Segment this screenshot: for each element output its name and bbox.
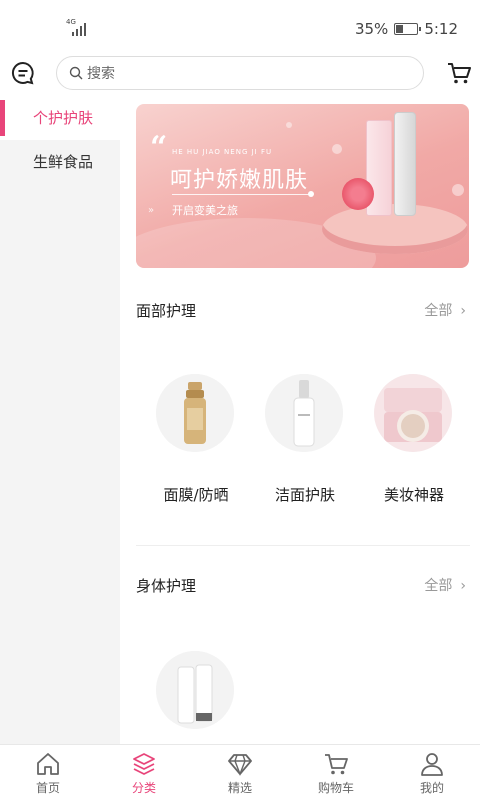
section-header-body-care: 身体护理 全部 › <box>136 573 466 597</box>
search-input[interactable]: 搜索 <box>56 56 424 90</box>
category-label: 洁面护肤 <box>274 486 335 504</box>
section-title: 身体护理 <box>136 577 197 595</box>
sidebar-item-personal-care[interactable]: 个护护肤 <box>0 96 120 140</box>
view-all-label: 全部 <box>424 303 453 319</box>
tab-category[interactable]: 分类 <box>96 745 192 800</box>
view-all-link[interactable]: 全部 › <box>424 575 466 595</box>
cushion-compact-image <box>374 374 452 452</box>
sidebar-item-label: 生鲜食品 <box>33 153 94 171</box>
banner-divider <box>172 194 310 195</box>
category-item-makeup-tools[interactable]: 美妆神器 <box>369 374 459 524</box>
tab-home[interactable]: 首页 <box>0 745 96 800</box>
tab-label: 分类 <box>131 781 156 795</box>
banner-bubble <box>286 122 292 128</box>
banner-pinyin: HE HU JIAO NENG JI FU <box>172 148 273 156</box>
chevron-right-icon: › <box>460 578 466 594</box>
signal-indicator: 4G <box>64 18 94 38</box>
header: 搜索 <box>0 56 480 94</box>
tab-label: 精选 <box>227 781 252 795</box>
cart-icon[interactable] <box>446 60 472 86</box>
bottom-tab-bar: 首页 分类 精选 购物车 我的 <box>0 744 480 800</box>
cart-icon <box>325 754 348 775</box>
clock: 5:12 <box>424 20 458 38</box>
tab-profile[interactable]: 我的 <box>384 745 480 800</box>
category-item-cleanser-skincare[interactable]: 洁面护肤 <box>260 374 350 524</box>
signal-bars-icon <box>72 22 86 36</box>
quote-mark-icon: “ <box>150 130 168 165</box>
view-all-link[interactable]: 全部 › <box>424 300 466 320</box>
user-icon <box>421 753 443 776</box>
status-right: 35% 5:12 <box>355 20 458 38</box>
sidebar-item-label: 个护护肤 <box>33 109 94 127</box>
chevron-right-icon: › <box>460 303 466 319</box>
tab-label: 购物车 <box>317 781 354 795</box>
category-label: 面膜/防晒 <box>163 486 229 504</box>
app-screen: 4G 35% 5:12 搜索 个护护肤 生鲜食品 “ HE HU JIAO NE… <box>0 0 480 800</box>
spray-bottle-image <box>394 112 416 216</box>
rose-image <box>342 178 374 210</box>
banner-arrows-icon: » <box>148 205 155 216</box>
category-item-mask-sunscreen[interactable]: 面膜/防晒 <box>151 374 241 524</box>
banner-bubble <box>452 184 464 196</box>
message-icon[interactable] <box>10 60 36 86</box>
battery-icon <box>394 23 422 35</box>
status-bar: 4G 35% 5:12 <box>0 0 480 56</box>
tab-label: 首页 <box>35 781 60 795</box>
banner-subtitle: 开启变美之旅 <box>172 204 238 217</box>
view-all-label: 全部 <box>424 578 453 594</box>
gold-spray-bottle-image <box>156 374 234 452</box>
tab-featured[interactable]: 精选 <box>192 745 288 800</box>
category-item-body-lotion[interactable] <box>151 651 241 744</box>
white-lotion-tube-image <box>156 651 234 729</box>
category-sidebar: 个护护肤 生鲜食品 <box>0 96 120 744</box>
section-header-face-care: 面部护理 全部 › <box>136 298 466 322</box>
search-icon <box>69 66 83 80</box>
search-placeholder: 搜索 <box>87 66 115 82</box>
layers-icon <box>133 753 155 775</box>
white-serum-bottle-image <box>265 374 343 452</box>
category-label: 美妆神器 <box>383 486 444 504</box>
tab-label: 我的 <box>419 781 444 795</box>
tab-cart[interactable]: 购物车 <box>288 745 384 800</box>
section-divider <box>136 545 470 546</box>
home-icon <box>37 753 59 775</box>
battery-percent: 35% <box>354 20 389 38</box>
battery-level <box>396 25 404 33</box>
promo-banner[interactable]: “ HE HU JIAO NENG JI FU 呵护娇嫩肌肤 » 开启变美之旅 <box>136 104 469 268</box>
banner-bubble <box>332 144 342 154</box>
sidebar-item-fresh-food[interactable]: 生鲜食品 <box>0 140 120 184</box>
diamond-icon <box>228 754 252 776</box>
category-content: “ HE HU JIAO NENG JI FU 呵护娇嫩肌肤 » 开启变美之旅 … <box>120 96 480 744</box>
banner-dot <box>308 191 314 197</box>
section-title: 面部护理 <box>136 302 197 320</box>
banner-title: 呵护娇嫩肌肤 <box>170 168 309 193</box>
